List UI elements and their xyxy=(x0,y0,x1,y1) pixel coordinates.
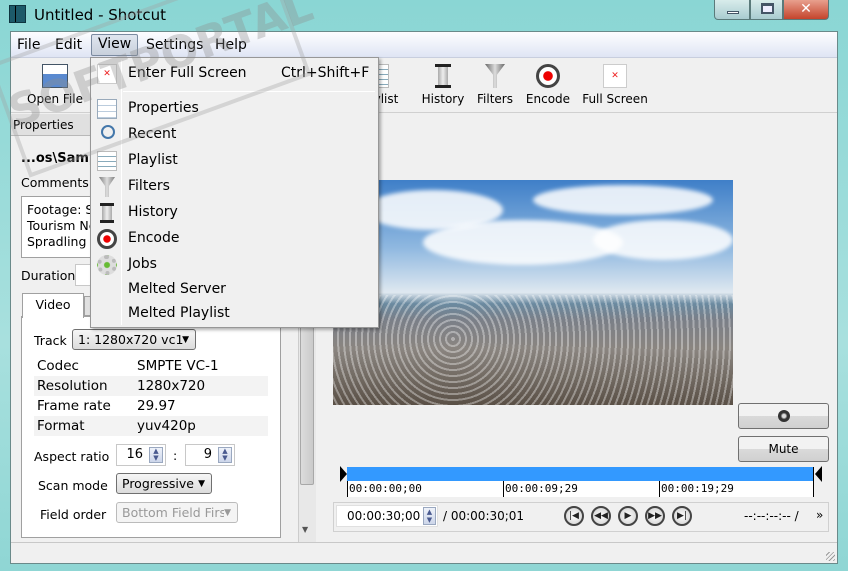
spin-arrows-icon[interactable]: ▲ ▼ xyxy=(149,447,163,463)
duration-label: Duration xyxy=(21,268,76,283)
tab-video[interactable]: Video xyxy=(22,293,84,318)
info-row: Codec SMPTE VC-1 xyxy=(37,358,219,374)
comments-label: Comments: xyxy=(21,175,93,190)
fullscreen-icon: ✕ xyxy=(603,64,627,88)
menu-item-recent[interactable]: Recent xyxy=(93,123,376,147)
skip-start-icon: |◀ xyxy=(569,511,579,521)
close-button[interactable]: ✕ xyxy=(783,0,829,20)
more-button[interactable]: » xyxy=(816,508,823,522)
skip-to-end-button[interactable]: ▶| xyxy=(672,506,692,526)
menu-edit[interactable]: Edit xyxy=(49,36,88,58)
history-button[interactable]: History xyxy=(420,64,466,106)
file-name: ...os\Samp xyxy=(21,151,99,166)
menu-item-filters[interactable]: Filters xyxy=(93,175,376,199)
encode-button[interactable]: Encode xyxy=(525,64,571,106)
scan-mode-label: Scan mode xyxy=(38,478,108,493)
fast-forward-button[interactable]: ▶▶ xyxy=(645,506,665,526)
menu-item-playlist[interactable]: Playlist xyxy=(93,149,376,173)
mute-button[interactable]: Mute xyxy=(738,436,829,462)
filter-icon xyxy=(485,64,505,88)
menu-file[interactable]: File xyxy=(11,36,46,58)
skip-to-start-button[interactable]: |◀ xyxy=(564,506,584,526)
filters-button[interactable]: Filters xyxy=(474,64,516,106)
in-point-marker[interactable] xyxy=(340,466,347,482)
filter-icon xyxy=(99,177,115,197)
aspect-separator: : xyxy=(173,448,178,463)
minimize-button[interactable] xyxy=(714,0,750,20)
spin-arrows-icon[interactable]: ▲ ▼ xyxy=(218,447,232,463)
chevron-down-icon: ▼ xyxy=(182,335,189,345)
menu-item-history[interactable]: History xyxy=(93,201,376,225)
track-select[interactable]: 1: 1280x720 vc1 ▼ xyxy=(72,329,196,350)
menu-settings[interactable]: Settings xyxy=(140,36,209,58)
record-icon xyxy=(536,64,560,88)
ruler-label: 00:00:09;29 xyxy=(505,482,578,495)
shortcut: Ctrl+Shift+F xyxy=(281,65,370,81)
volume-button[interactable] xyxy=(738,403,829,429)
info-row: Frame rate 29.97 xyxy=(37,398,176,414)
menu-item-jobs[interactable]: Jobs xyxy=(93,253,376,277)
menu-item-melted-server[interactable]: Melted Server xyxy=(93,278,376,302)
fullscreen-icon: ✕ xyxy=(97,64,117,84)
field-order-select[interactable]: Bottom Field First ▼ xyxy=(116,502,238,523)
ruler-label: 00:00:00;00 xyxy=(349,482,422,495)
status-bar xyxy=(11,542,837,563)
resize-grip-icon[interactable] xyxy=(826,552,835,561)
timeline-ruler-bar[interactable] xyxy=(347,467,814,481)
chevron-down-icon: ▼ xyxy=(198,479,205,489)
menu-help[interactable]: Help xyxy=(209,36,253,58)
ruler-label: 00:00:19;29 xyxy=(661,482,734,495)
menu-item-properties[interactable]: Properties xyxy=(93,97,376,121)
hourglass-icon xyxy=(100,203,114,223)
aspect-ratio-label: Aspect ratio xyxy=(34,449,110,464)
menu-item-melted-playlist[interactable]: Melted Playlist xyxy=(93,302,376,326)
in-out-timecode: --:--:--:-- / xyxy=(744,509,799,523)
hourglass-icon xyxy=(435,64,451,88)
maximize-button[interactable] xyxy=(750,0,783,20)
volume-icon xyxy=(777,410,790,422)
play-button[interactable]: ▶ xyxy=(618,506,638,526)
record-icon xyxy=(97,229,117,249)
field-order-label: Field order xyxy=(40,507,107,522)
track-label: Track xyxy=(34,333,67,348)
gear-icon xyxy=(97,255,117,275)
window-title: Untitled - Shotcut xyxy=(34,6,167,24)
position-timecode-field[interactable]: 00:00:30;00 ▲ ▼ xyxy=(336,505,438,527)
play-icon: ▶ xyxy=(624,511,632,521)
menu-separator xyxy=(123,91,375,92)
recent-icon xyxy=(101,125,115,139)
app-icon xyxy=(9,5,26,23)
menu-view[interactable]: View xyxy=(91,34,139,56)
spin-arrows-icon[interactable]: ▲ ▼ xyxy=(423,507,436,525)
properties-icon xyxy=(97,99,117,119)
scroll-down-icon[interactable]: ▼ xyxy=(302,525,308,534)
scan-mode-select[interactable]: Progressive ▼ xyxy=(116,473,212,494)
aspect-height-spinbox[interactable]: 9 ▲ ▼ xyxy=(185,444,235,466)
rewind-icon: ◀◀ xyxy=(594,511,608,521)
menu-item-encode[interactable]: Encode xyxy=(93,227,376,251)
info-row: Resolution 1280x720 xyxy=(34,376,268,396)
full-screen-button[interactable]: ✕ Full Screen xyxy=(580,64,650,106)
info-row: Format yuv420p xyxy=(34,416,268,436)
menu-item-enter-full-screen[interactable]: ✕ Enter Full Screen Ctrl+Shift+F xyxy=(93,62,376,86)
aspect-width-spinbox[interactable]: 16 ▲ ▼ xyxy=(116,444,166,466)
chevron-down-icon: ▼ xyxy=(224,506,231,521)
open-file-button[interactable]: Open File xyxy=(24,64,86,106)
dock-title: Properties xyxy=(13,118,74,132)
video-preview[interactable] xyxy=(333,180,733,405)
out-point-marker[interactable] xyxy=(815,466,822,482)
open-file-icon xyxy=(42,64,68,88)
duration-timecode: / 00:00:30;01 xyxy=(443,509,525,523)
playlist-icon xyxy=(97,151,117,171)
view-menu-dropdown: ✕ Enter Full Screen Ctrl+Shift+F Propertie… xyxy=(90,57,379,328)
fast-forward-icon: ▶▶ xyxy=(648,511,662,521)
skip-end-icon: ▶| xyxy=(677,511,687,521)
rewind-button[interactable]: ◀◀ xyxy=(591,506,611,526)
